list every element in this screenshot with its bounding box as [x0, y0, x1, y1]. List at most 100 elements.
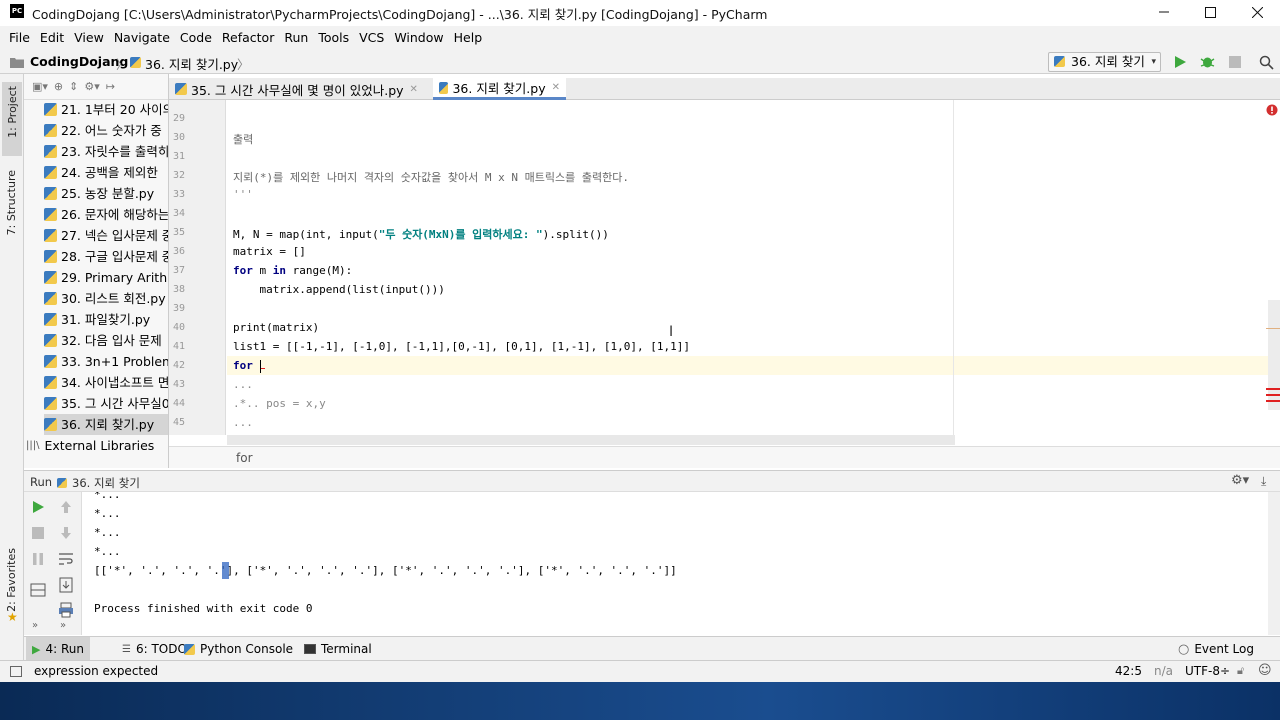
view-mode-icon[interactable]: ▣▾	[32, 80, 48, 93]
caret-position[interactable]: 42:5	[1115, 664, 1142, 678]
stop-icon[interactable]	[30, 525, 46, 541]
tree-item[interactable]: 35. 그 시간 사무실0	[44, 393, 168, 414]
more-icon[interactable]: »	[60, 620, 66, 631]
project-toolbar: ▣▾ ⊕ ⇕ ⚙▾ ↦	[24, 74, 168, 100]
close-tab-icon[interactable]: ✕	[410, 84, 418, 95]
inspector-icon[interactable]: ☺	[1258, 663, 1272, 678]
code-line-43: ...	[233, 378, 253, 391]
close-window-button[interactable]	[1234, 0, 1280, 24]
error-stripe-mark[interactable]	[1266, 400, 1280, 402]
restore-layout-icon[interactable]	[30, 582, 46, 598]
soft-wrap-icon[interactable]	[58, 551, 74, 567]
warning-stripe-mark[interactable]	[1266, 328, 1280, 329]
tree-item-label: 24. 공백을 제외한	[61, 165, 158, 180]
menu-edit[interactable]: Edit	[35, 26, 69, 50]
tree-item[interactable]: 29. Primary Arithme	[44, 267, 168, 288]
run-config-select[interactable]: 36. 지뢰 찾기 ▾	[1048, 52, 1161, 72]
code-line-38: matrix.append(list(input()))	[233, 283, 445, 296]
line-number: 40	[172, 322, 185, 333]
hide-panel-icon[interactable]: ⤓	[1261, 474, 1266, 489]
menu-help[interactable]: Help	[449, 26, 488, 50]
error-stripe-mark[interactable]	[1266, 394, 1280, 396]
line-separator[interactable]: n/a	[1154, 664, 1173, 678]
error-stripe-mark[interactable]	[1266, 388, 1280, 390]
editor-horizontal-scrollbar[interactable]	[227, 435, 955, 445]
line-number: 31	[172, 151, 185, 162]
tab-file-35[interactable]: 35. 그 시간 사무실에 몇 명이 있었나.py ✕	[169, 78, 431, 100]
python-file-icon	[130, 57, 141, 68]
python-file-icon	[44, 187, 57, 200]
tree-item[interactable]: 33. 3n+1 Problem.p	[44, 351, 168, 372]
console-scrollbar[interactable]	[1268, 492, 1280, 635]
structure-tab-label[interactable]: 7: Structure	[5, 170, 18, 235]
tab-run[interactable]: ▶ 4: Run	[26, 637, 90, 661]
tool-windows-toggle-icon[interactable]	[10, 666, 22, 677]
more-icon[interactable]: »	[32, 620, 38, 631]
collapse-all-icon[interactable]: ⇕	[69, 80, 78, 93]
code-string: "두 숫자(MxN)를 입력하세요: "	[378, 228, 543, 241]
tab-python-console[interactable]: Python Console	[178, 637, 299, 661]
code-line-32: 지뢰(*)를 제외한 나머지 격자의 숫자값을 찾아서 M x N 매트릭스를 …	[233, 171, 629, 184]
search-everywhere-icon[interactable]	[1259, 55, 1274, 70]
stop-button[interactable]	[1229, 56, 1241, 68]
lock-icon[interactable]: 🔓︎	[1237, 664, 1244, 678]
scroll-to-end-icon[interactable]	[58, 577, 74, 593]
tree-item[interactable]: 30. 리스트 회전.py	[44, 288, 168, 309]
favorites-tab-label[interactable]: 2: Favorites	[5, 548, 18, 612]
menu-file[interactable]: File	[4, 26, 35, 50]
menu-refactor[interactable]: Refactor	[217, 26, 279, 50]
hide-panel-icon[interactable]: ↦	[106, 80, 115, 93]
tree-item[interactable]: 34. 사이냅소프트 면	[44, 372, 168, 393]
pause-icon[interactable]	[30, 551, 46, 567]
menu-run[interactable]: Run	[279, 26, 313, 50]
maximize-button[interactable]	[1187, 0, 1233, 24]
external-libraries-item[interactable]: |||\ External Libraries	[26, 435, 155, 456]
project-tool-tab[interactable]: 1: Project	[2, 82, 22, 156]
breadcrumb-file[interactable]: 36. 지뢰 찾기.py	[145, 54, 238, 73]
tree-item-selected[interactable]: 36. 지뢰 찾기.py	[44, 414, 168, 435]
up-arrow-icon[interactable]	[58, 499, 74, 515]
external-libraries-label: External Libraries	[44, 438, 155, 453]
python-file-icon	[44, 271, 57, 284]
event-log-button[interactable]: ○ Event Log	[1172, 637, 1260, 661]
rerun-button[interactable]	[30, 499, 46, 515]
menu-window[interactable]: Window	[389, 26, 448, 50]
menu-view[interactable]: View	[69, 26, 109, 50]
tree-item[interactable]: 21. 1부터 20 사이의	[44, 99, 168, 120]
menu-tools[interactable]: Tools	[313, 26, 354, 50]
breadcrumb-project[interactable]: CodingDojang	[30, 54, 128, 69]
minimize-button[interactable]	[1141, 0, 1187, 24]
menu-code[interactable]: Code	[175, 26, 217, 50]
code-token: M, N = map(int, input(	[233, 228, 379, 241]
run-button[interactable]	[1173, 55, 1187, 69]
tree-item[interactable]: 25. 농장 분할.py	[44, 183, 168, 204]
python-file-icon	[44, 355, 57, 368]
tree-item[interactable]: 24. 공백을 제외한	[44, 162, 168, 183]
tree-item[interactable]: 23. 자릿수를 출력히	[44, 141, 168, 162]
scroll-from-source-icon[interactable]: ⊕	[54, 80, 63, 93]
tree-item[interactable]: 27. 넥슨 입사문제 중	[44, 225, 168, 246]
run-console[interactable]: *... *... *... *... [['*', '.', '.', '.'…	[82, 492, 1268, 635]
tree-item-label: 28. 구글 입사문제 중	[61, 249, 169, 264]
file-encoding[interactable]: UTF-8÷	[1185, 664, 1230, 678]
debug-button[interactable]	[1200, 54, 1215, 69]
menu-vcs[interactable]: VCS	[354, 26, 389, 50]
tree-item[interactable]: 22. 어느 숫자가 중	[44, 120, 168, 141]
tab-terminal[interactable]: Terminal	[298, 637, 378, 661]
code-editor[interactable]: · · · · · · · · · · · · · · · · · · · · …	[227, 100, 1280, 435]
hint-text[interactable]: for	[236, 451, 253, 465]
menu-navigate[interactable]: Navigate	[109, 26, 175, 50]
print-icon[interactable]	[58, 602, 74, 618]
gear-icon[interactable]: ⚙▾	[1231, 473, 1249, 488]
tab-file-36[interactable]: 36. 지뢰 찾기.py ✕	[433, 78, 566, 100]
error-indicator-icon[interactable]	[1266, 104, 1278, 116]
down-arrow-icon[interactable]	[58, 525, 74, 541]
tree-item[interactable]: 26. 문자에 해당하는	[44, 204, 168, 225]
tree-item[interactable]: 32. 다음 입사 문제	[44, 330, 168, 351]
tree-item[interactable]: 28. 구글 입사문제 중	[44, 246, 169, 267]
tree-item-label: 33. 3n+1 Problem.p	[61, 354, 168, 369]
settings-gear-icon[interactable]: ⚙▾	[84, 80, 99, 93]
close-tab-icon[interactable]: ✕	[552, 82, 560, 93]
window-title: CodingDojang [C:\Users\Administrator\Pyc…	[32, 7, 768, 22]
tree-item[interactable]: 31. 파일찾기.py	[44, 309, 168, 330]
